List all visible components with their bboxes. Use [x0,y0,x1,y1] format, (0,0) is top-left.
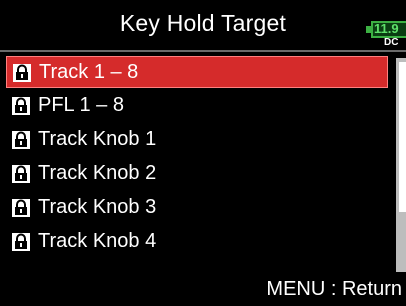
lock-icon [12,97,30,115]
battery-indicator: 11.9 DC [366,21,406,48]
list-item-label: PFL 1 – 8 [38,94,124,116]
lock-icon [12,199,30,217]
list-item-label: Track 1 – 8 [39,61,139,83]
battery-voltage: 11.9 [374,21,399,36]
list-item-label: Track Knob 2 [38,162,157,184]
list-item-pfl-1-8[interactable]: PFL 1 – 8 [6,90,388,122]
header-bar: Key Hold Target 11.9 DC [0,0,406,50]
power-source-label: DC [384,37,399,48]
page-title: Key Hold Target [119,10,287,36]
list-item-label: Track Knob 3 [38,196,157,218]
list-item-label: Track Knob 4 [38,230,157,252]
list-item-track-1-8[interactable]: Track 1 – 8 [6,56,388,88]
device-screen: Key Hold Target 11.9 DC Track 1 – 8 PFL … [0,0,406,306]
menu-return-hint: MENU : Return [266,278,402,300]
scrollbar-thumb[interactable] [399,62,406,212]
list-item-label: Track Knob 1 [38,128,157,150]
list-item-track-knob-4[interactable]: Track Knob 4 [6,226,388,258]
header-divider [0,50,406,52]
list-item-track-knob-1[interactable]: Track Knob 1 [6,124,388,156]
footer-bar: MENU : Return [0,276,406,306]
lock-icon [13,64,31,82]
lock-icon [12,165,30,183]
lock-icon [12,131,30,149]
lock-icon [12,233,30,251]
list-item-track-knob-3[interactable]: Track Knob 3 [6,192,388,224]
list-item-track-knob-2[interactable]: Track Knob 2 [6,158,388,190]
